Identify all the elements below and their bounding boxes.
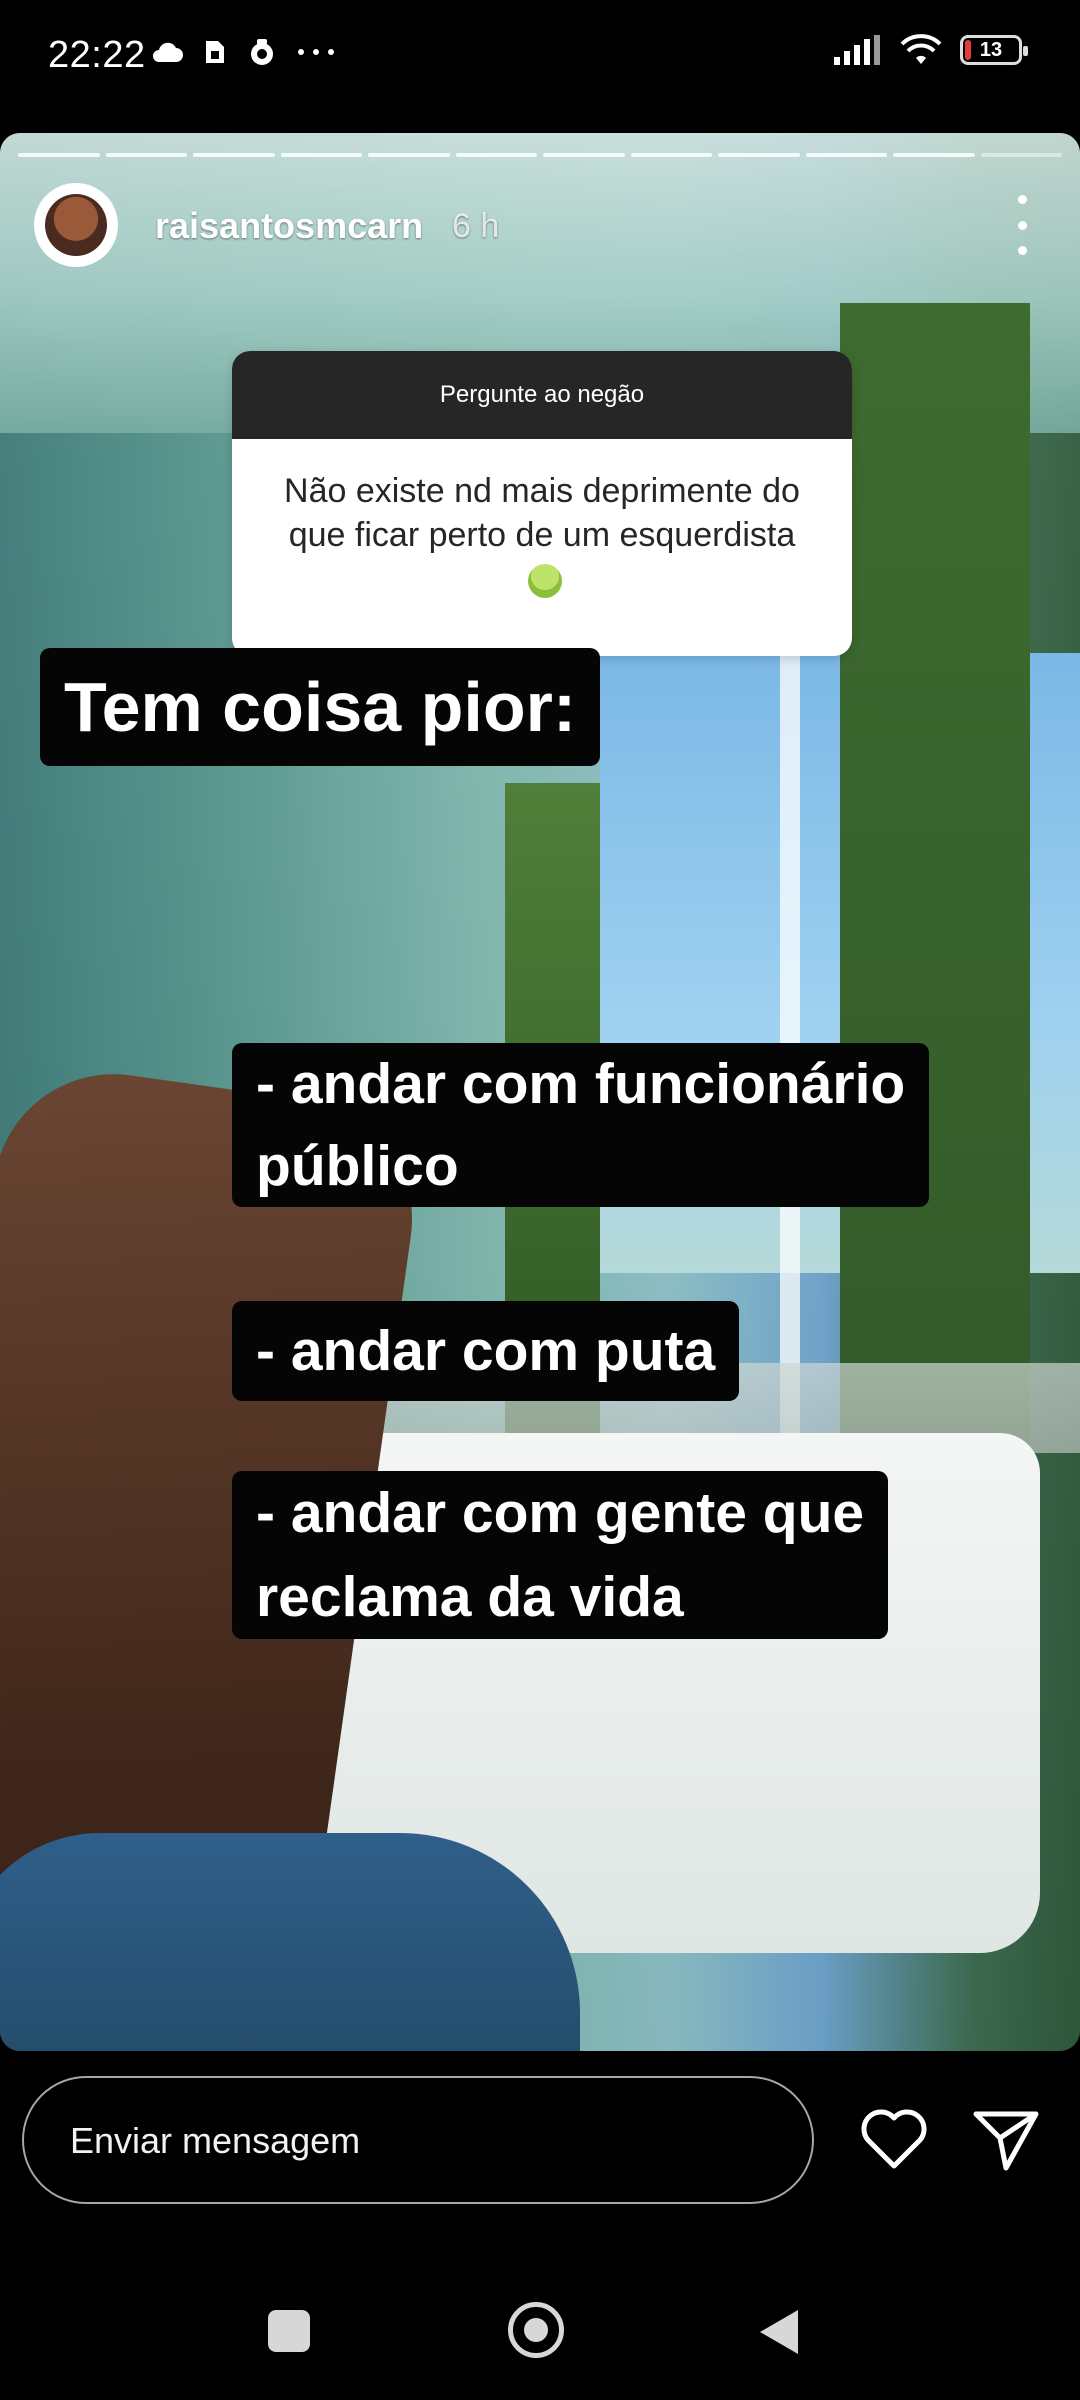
- progress-segment: [18, 153, 100, 157]
- heart-icon[interactable]: [858, 2104, 930, 2176]
- app-notification-icon: [251, 39, 273, 65]
- send-icon[interactable]: [970, 2104, 1042, 2176]
- caption-item-3-line-2: reclama da vida: [256, 1565, 684, 1629]
- signal-icon: [834, 35, 880, 65]
- progress-segment: [455, 153, 537, 157]
- battery-icon: 13: [960, 35, 1028, 65]
- question-sticker-body: Não existe nd mais deprimente do que fic…: [232, 439, 852, 631]
- progress-segment: [368, 153, 450, 157]
- sim-icon: [206, 41, 224, 63]
- progress-segment: [805, 153, 887, 157]
- more-options-icon[interactable]: [1014, 195, 1030, 255]
- home-button[interactable]: [508, 2302, 564, 2358]
- nauseated-face-icon: [528, 564, 562, 599]
- question-sticker[interactable]: Pergunte ao negão Não existe nd mais dep…: [232, 351, 852, 656]
- message-field[interactable]: [22, 2076, 814, 2204]
- story-viewer[interactable]: raisantosmcarn 6 h Pergunte ao negão Não…: [0, 133, 1080, 2051]
- story-time-ago: 6 h: [452, 207, 500, 245]
- wifi-icon: [900, 34, 942, 64]
- status-time: 22:22: [48, 34, 146, 76]
- notification-icons: [150, 36, 336, 68]
- progress-segment: [718, 153, 800, 157]
- question-sticker-header: Pergunte ao negão: [232, 351, 852, 439]
- more-notifications-icon: [298, 49, 334, 55]
- story-progress-bar: [18, 153, 1062, 157]
- avatar[interactable]: [34, 183, 118, 267]
- caption-item-1-line-1: - andar com funcionário: [256, 1052, 906, 1116]
- caption-item-1-line-2: público: [256, 1134, 459, 1198]
- battery-level: 13: [979, 38, 1003, 61]
- progress-segment: [543, 153, 625, 157]
- progress-segment: [193, 153, 275, 157]
- back-button[interactable]: [760, 2310, 798, 2354]
- caption-title: Tem coisa pior:: [40, 648, 601, 766]
- progress-segment: [105, 153, 187, 157]
- story-background-shorts: [0, 1833, 580, 2051]
- navigation-bar: [0, 2270, 1080, 2400]
- question-text: Não existe nd mais deprimente do que fic…: [284, 472, 800, 554]
- progress-segment: [980, 153, 1062, 157]
- username[interactable]: raisantosmcarn: [155, 205, 423, 247]
- progress-segment: [630, 153, 712, 157]
- caption-item-3-line-1: - andar com gente que: [256, 1481, 865, 1545]
- progress-segment: [893, 153, 975, 157]
- system-icons: 13: [834, 34, 1028, 66]
- story-header: raisantosmcarn 6 h: [0, 183, 1080, 273]
- caption-item-1: - andar com funcionário público: [232, 1043, 930, 1207]
- progress-segment: [280, 153, 362, 157]
- recents-button[interactable]: [268, 2310, 310, 2352]
- cloud-icon: [153, 42, 183, 62]
- status-bar: 22:22 13: [0, 0, 1080, 120]
- caption-item-2: - andar com puta: [232, 1301, 740, 1401]
- message-input[interactable]: [68, 2112, 772, 2170]
- caption-item-3: - andar com gente que reclama da vida: [232, 1471, 889, 1639]
